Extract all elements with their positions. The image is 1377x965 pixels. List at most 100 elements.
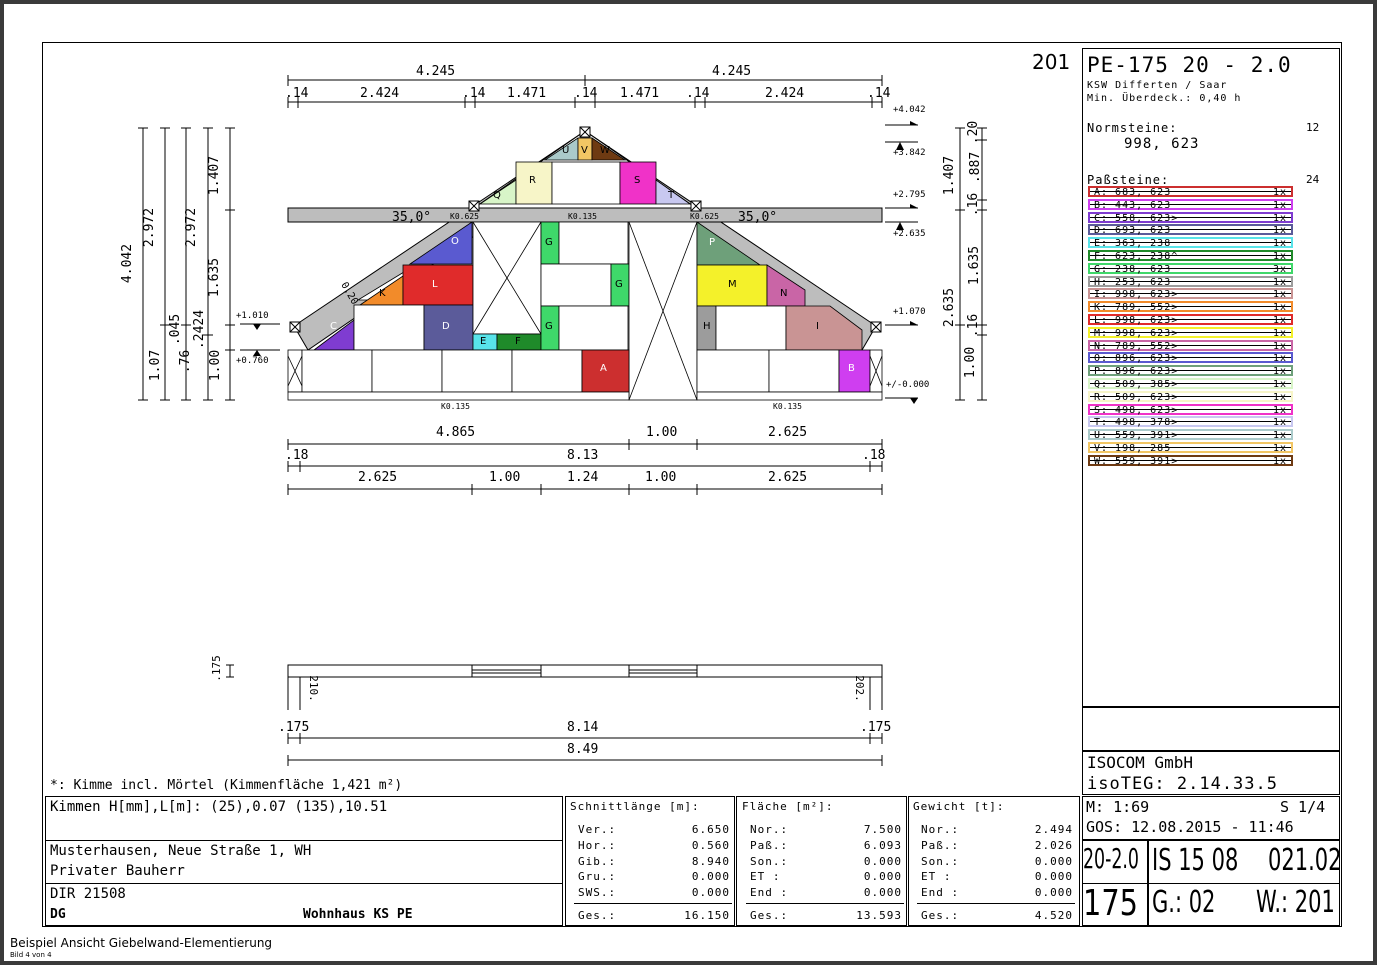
brick-label-g2: G	[615, 279, 623, 290]
legend-text: N: 789, 552>	[1094, 340, 1179, 352]
schnitt-row-label: SWS.:	[578, 886, 617, 900]
legend-text: M: 998, 623>	[1094, 327, 1179, 339]
legend-qty: 3x	[1272, 263, 1287, 275]
legend-row: T: 498, 378> 1x	[1088, 416, 1293, 429]
legend-qty: 1x	[1272, 353, 1287, 365]
brick-label-e: E	[480, 336, 487, 347]
legend-text: R: 509, 623>	[1094, 391, 1179, 403]
brick-label-m: M	[728, 279, 737, 290]
schnitt-total-line	[574, 903, 732, 904]
gewicht-row-label: End :	[921, 886, 960, 900]
product-code: PE-175 20 - 2.0	[1087, 53, 1292, 77]
schnitt-row-label: Hor.:	[578, 838, 617, 852]
legend-qty: 1x	[1272, 315, 1287, 326]
dim-bottom3-2: 1.24	[567, 470, 599, 485]
level-0760: +0.760	[236, 356, 269, 366]
legend-text: T: 498, 378>	[1094, 417, 1179, 429]
legend-text: L: 998, 623>	[1094, 315, 1179, 326]
brick-label-c: C	[330, 321, 337, 332]
legend-text: V: 198, 285	[1094, 443, 1172, 454]
legend-row: L: 998, 623> 1x	[1088, 314, 1293, 326]
schnitt-row-value: 6.650	[691, 823, 730, 836]
g-code: G.: 02	[1152, 885, 1216, 920]
flaeche-total-value: 13.593	[856, 909, 902, 922]
vdim-left-2: 2.972	[184, 207, 200, 248]
norm-count: 12	[1306, 121, 1320, 134]
code-big-2: 175	[1083, 883, 1138, 924]
plant-name: KSW Differten / Saar	[1087, 80, 1228, 91]
ko-label-1: K0.625	[450, 212, 479, 221]
brick-label-t: T	[668, 190, 675, 201]
legend-text: A: 683, 623	[1094, 187, 1172, 198]
brick-label-g3: G	[545, 321, 553, 332]
legend-text: W: 559, 391>	[1094, 455, 1179, 467]
flaeche-row-value: 6.093	[863, 838, 902, 852]
legend-row: E: 363, 238 1x	[1088, 237, 1293, 249]
dim-top2-5: 1.471	[620, 86, 660, 101]
vdim-right-3: .20	[966, 120, 982, 145]
legend-qty: 1x	[1272, 276, 1287, 288]
vdim-right-6: .16	[966, 313, 982, 338]
brick-label-n: N	[780, 288, 788, 299]
floor-label: DG	[50, 907, 66, 922]
flaeche-title: Fläche [m²]:	[742, 800, 834, 813]
ko-label-4: K0.135	[441, 402, 470, 411]
plan-dim-right: .175	[860, 720, 892, 735]
figure-subcaption: Bild 4 von 4	[10, 951, 52, 959]
pass-count: 24	[1306, 173, 1320, 186]
page-indicator: S 1/4	[1280, 798, 1326, 816]
legend-qty: 1x	[1272, 199, 1287, 211]
legend-row: G: 238, 623 3x	[1088, 262, 1293, 275]
address-line-1: Musterhausen, Neue Straße 1, WH	[50, 843, 312, 859]
flaeche-row-value: 0.000	[863, 870, 902, 884]
norm-values: 998, 623	[1124, 136, 1200, 152]
brick-label-b: B	[848, 363, 855, 374]
vdim-right-7: 1.00	[963, 346, 979, 379]
vdim-right-2: .887	[968, 151, 984, 184]
legend-row: S: 498, 623> 1x	[1088, 403, 1293, 416]
vdim-right-4: 1.635	[967, 245, 983, 286]
gewicht-row-label: Paß.:	[921, 838, 960, 852]
legend-text: D: 693, 623	[1094, 225, 1172, 237]
flaeche-total-line	[746, 903, 904, 904]
brick-label-i: I	[816, 321, 819, 332]
building-label: Wohnhaus KS PE	[303, 907, 413, 922]
company-name: ISOCOM GmbH	[1087, 753, 1193, 772]
legend-qty: 1x	[1272, 187, 1287, 198]
legend-row: Q: 509, 385> 1x	[1088, 378, 1293, 390]
legend-qty: 1x	[1272, 391, 1287, 403]
level-1070: +1.070	[893, 307, 926, 317]
gewicht-row-value: 0.000	[1034, 870, 1073, 884]
dim-bottom1-0: 4.865	[436, 425, 476, 440]
vdim-right-0: 1.407	[942, 155, 958, 196]
legend-row: R: 509, 623> 1x	[1088, 390, 1293, 403]
dim-top2-3: 1.471	[507, 86, 547, 101]
dim-bottom2-0: .18	[285, 448, 309, 463]
legend-qty: 1x	[1272, 417, 1287, 429]
plan-side-202: 202.	[852, 675, 866, 702]
gewicht-total-label: Ges.:	[921, 909, 960, 922]
schnitt-total-value: 16.150	[684, 909, 730, 922]
ko-label-3: K0.625	[690, 212, 719, 221]
gewicht-row-value: 2.494	[1034, 823, 1073, 836]
divider-2	[45, 883, 563, 884]
vdim-left-0: 4.042	[120, 243, 136, 284]
legend-row: O: 896, 623> 1x	[1088, 352, 1293, 365]
legend-qty: 1x	[1272, 212, 1287, 224]
level-4042: +4.042	[893, 105, 926, 115]
angle-right: 35,0°	[738, 210, 778, 225]
dim-bottom2-2: .18	[862, 448, 886, 463]
brick-label-p: P	[709, 237, 716, 248]
schnitt-title: Schnittlänge [m]:	[570, 800, 700, 813]
is-code: IS 15 08	[1152, 843, 1239, 878]
legend-row: V: 198, 285 1x	[1088, 442, 1293, 454]
flaeche-row-label: End :	[750, 886, 789, 900]
schnitt-row-label: Gib.:	[578, 854, 617, 868]
dim-bottom3-1: 1.00	[489, 470, 521, 485]
dim-top2-2: .14	[462, 86, 486, 101]
dim-top2-1: 2.424	[360, 86, 400, 101]
brick-label-v: V	[581, 145, 588, 156]
address-line-2: Privater Bauherr	[50, 863, 185, 879]
gable-drawing	[138, 75, 987, 766]
legend-text: S: 498, 623>	[1094, 404, 1179, 416]
